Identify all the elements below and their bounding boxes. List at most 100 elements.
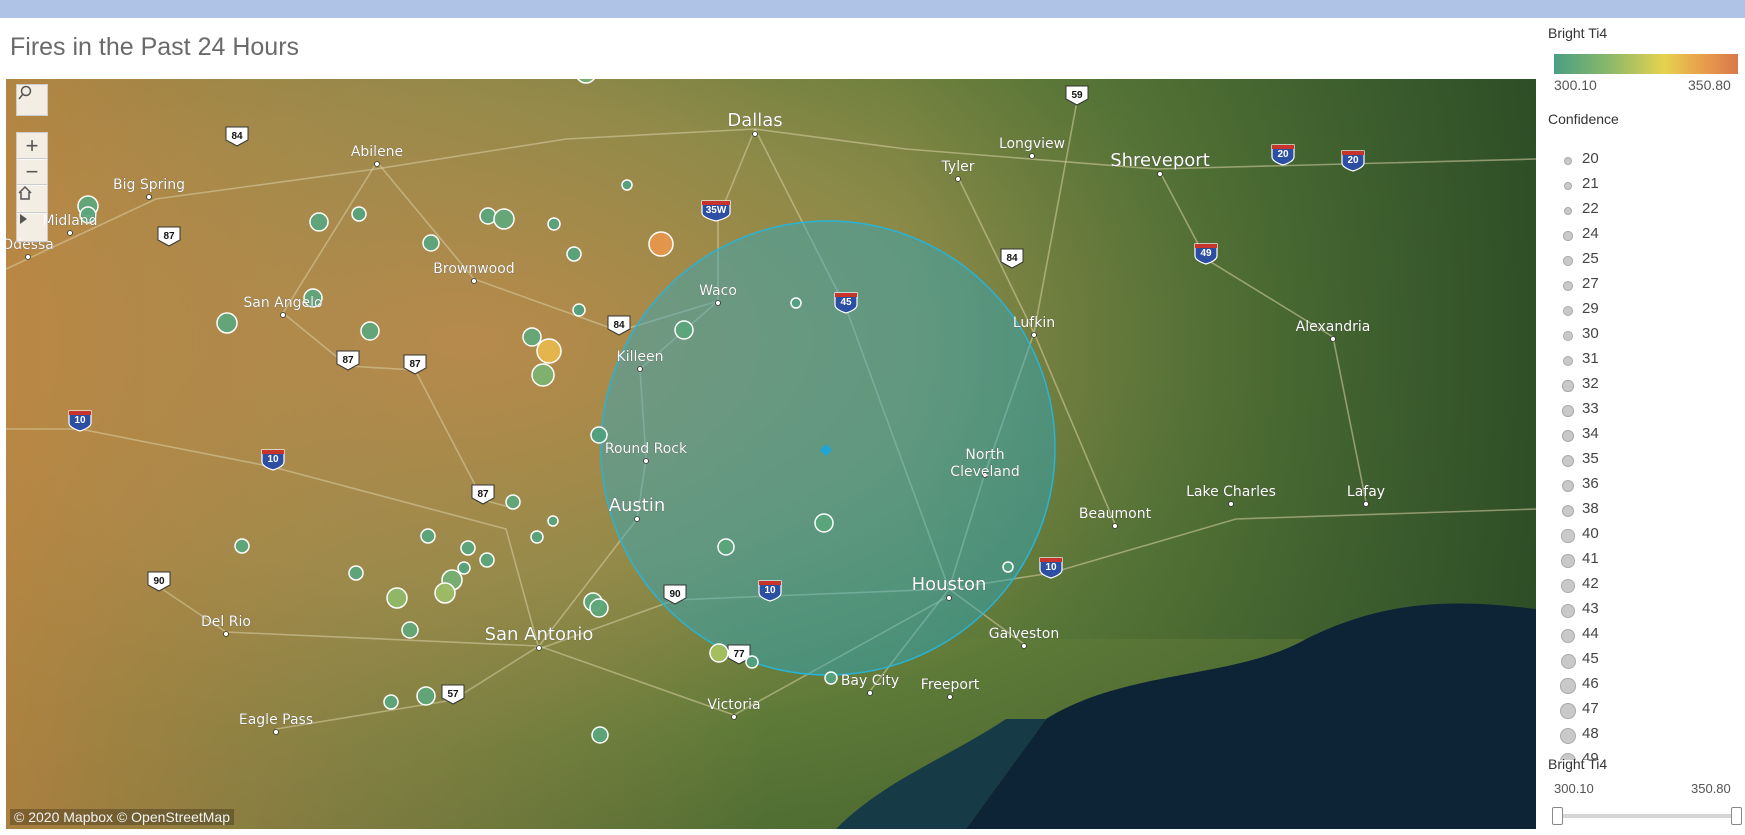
fire-marker[interactable] xyxy=(717,538,735,556)
fire-marker[interactable] xyxy=(621,179,633,191)
fire-marker[interactable] xyxy=(309,212,329,232)
fire-marker[interactable] xyxy=(648,231,674,257)
confidence-legend-item[interactable]: 36 xyxy=(1548,473,1738,498)
confidence-legend-item[interactable]: 43 xyxy=(1548,598,1738,623)
city-dot xyxy=(1330,336,1336,342)
confidence-legend-item[interactable]: 21 xyxy=(1548,173,1738,198)
confidence-label: 24 xyxy=(1582,225,1599,242)
confidence-legend-item[interactable]: 31 xyxy=(1548,348,1738,373)
confidence-legend-item[interactable]: 35 xyxy=(1548,448,1738,473)
interstate-shield: 35W xyxy=(701,200,731,222)
confidence-legend-item[interactable]: 44 xyxy=(1548,623,1738,648)
interstate-shield: 10 xyxy=(758,580,782,602)
confidence-legend-item[interactable]: 33 xyxy=(1548,398,1738,423)
city-dot xyxy=(25,254,31,260)
confidence-legend-item[interactable]: 27 xyxy=(1548,273,1738,298)
city-dot xyxy=(752,131,758,137)
confidence-legend-item[interactable]: 20 xyxy=(1548,148,1738,173)
fire-marker[interactable] xyxy=(479,552,495,568)
fire-marker[interactable] xyxy=(360,321,380,341)
zoom-out-button[interactable]: − xyxy=(16,158,48,186)
map-view[interactable]: 84 87 87 87 87 84 84 59 90 57 90 77 10 10 10 10 35W 45 49 2… xyxy=(6,79,1536,829)
fire-marker[interactable] xyxy=(422,234,440,252)
confidence-legend-item[interactable]: 25 xyxy=(1548,248,1738,273)
confidence-legend-item[interactable]: 22 xyxy=(1548,198,1738,223)
fire-marker[interactable] xyxy=(572,303,586,317)
fire-marker[interactable] xyxy=(416,686,436,706)
fire-marker[interactable] xyxy=(420,528,436,544)
fire-marker[interactable] xyxy=(216,312,238,334)
fire-marker[interactable] xyxy=(589,598,609,618)
fire-marker[interactable] xyxy=(824,671,838,685)
fire-marker[interactable] xyxy=(745,655,759,669)
city-label: San Angelo xyxy=(243,295,322,311)
filter-slider-track[interactable] xyxy=(1554,814,1738,818)
fire-marker[interactable] xyxy=(547,217,561,231)
fire-marker[interactable] xyxy=(434,582,456,604)
fire-marker[interactable] xyxy=(790,297,802,309)
fire-marker[interactable] xyxy=(1002,561,1014,573)
confidence-legend-item[interactable]: 42 xyxy=(1548,573,1738,598)
fire-marker[interactable] xyxy=(522,327,542,347)
fire-marker[interactable] xyxy=(591,726,609,744)
city-label: Victoria xyxy=(707,697,760,713)
confidence-legend-item[interactable]: 40 xyxy=(1548,523,1738,548)
confidence-legend-item[interactable]: 29 xyxy=(1548,298,1738,323)
fire-marker[interactable] xyxy=(401,621,419,639)
confidence-size-swatch xyxy=(1561,504,1575,518)
shield-label: 10 xyxy=(764,585,776,596)
confidence-size-swatch xyxy=(1562,380,1574,392)
confidence-label: 45 xyxy=(1582,650,1599,667)
home-button[interactable] xyxy=(16,184,48,214)
confidence-legend-item[interactable]: 24 xyxy=(1548,223,1738,248)
zoom-in-button[interactable]: + xyxy=(16,132,48,160)
fire-marker[interactable] xyxy=(386,587,408,609)
fire-marker[interactable] xyxy=(531,363,555,387)
city-dot xyxy=(731,714,737,720)
fire-marker[interactable] xyxy=(709,643,729,663)
fire-marker[interactable] xyxy=(814,513,834,533)
city-dot xyxy=(643,458,649,464)
confidence-legend-item[interactable]: 38 xyxy=(1548,498,1738,523)
confidence-legend-item[interactable]: 46 xyxy=(1548,673,1738,698)
fire-marker[interactable] xyxy=(348,565,364,581)
fire-marker[interactable] xyxy=(530,530,544,544)
confidence-size-swatch xyxy=(1560,678,1576,694)
confidence-legend-list[interactable]: 20 21 22 24 25 27 29 30 31 32 33 34 35 36 38 40 41 42 43 44… xyxy=(1548,148,1738,760)
city-dot xyxy=(715,300,721,306)
city-dot xyxy=(946,595,952,601)
fire-marker[interactable] xyxy=(457,561,471,575)
map-toolbar-expand-button[interactable] xyxy=(16,212,48,242)
interstate-shield: 20 xyxy=(1271,144,1295,166)
confidence-legend-item[interactable]: 45 xyxy=(1548,648,1738,673)
map-canvas[interactable]: 84 87 87 87 87 84 84 59 90 57 90 77 10 10 10 10 35W 45 49 2… xyxy=(6,79,1536,829)
interstate-shield: 10 xyxy=(1039,557,1063,579)
city-dot xyxy=(955,176,961,182)
search-icon xyxy=(18,85,32,100)
confidence-legend-item[interactable]: 47 xyxy=(1548,698,1738,723)
confidence-legend-item[interactable]: 30 xyxy=(1548,323,1738,348)
fire-marker[interactable] xyxy=(234,538,250,554)
filter-slider-max-handle[interactable] xyxy=(1731,807,1742,825)
fire-marker[interactable] xyxy=(493,208,515,230)
confidence-legend-item[interactable]: 34 xyxy=(1548,423,1738,448)
fire-marker[interactable] xyxy=(460,540,476,556)
fire-marker[interactable] xyxy=(536,338,562,364)
shield-label: 10 xyxy=(1045,562,1057,573)
city-dot xyxy=(471,278,477,284)
filter-slider-min-handle[interactable] xyxy=(1552,807,1563,825)
confidence-label: 42 xyxy=(1582,575,1599,592)
top-bar xyxy=(0,0,1745,18)
confidence-legend-item[interactable]: 41 xyxy=(1548,548,1738,573)
fire-marker[interactable] xyxy=(547,515,559,527)
fire-marker[interactable] xyxy=(351,206,367,222)
shield-label: 77 xyxy=(733,649,745,660)
fire-marker[interactable] xyxy=(505,494,521,510)
map-search-button[interactable] xyxy=(16,84,48,116)
confidence-legend-item[interactable]: 32 xyxy=(1548,373,1738,398)
fire-marker[interactable] xyxy=(566,246,582,262)
confidence-legend-item[interactable]: 48 xyxy=(1548,723,1738,748)
confidence-label: 29 xyxy=(1582,300,1599,317)
fire-marker[interactable] xyxy=(383,694,399,710)
fire-marker[interactable] xyxy=(674,320,694,340)
